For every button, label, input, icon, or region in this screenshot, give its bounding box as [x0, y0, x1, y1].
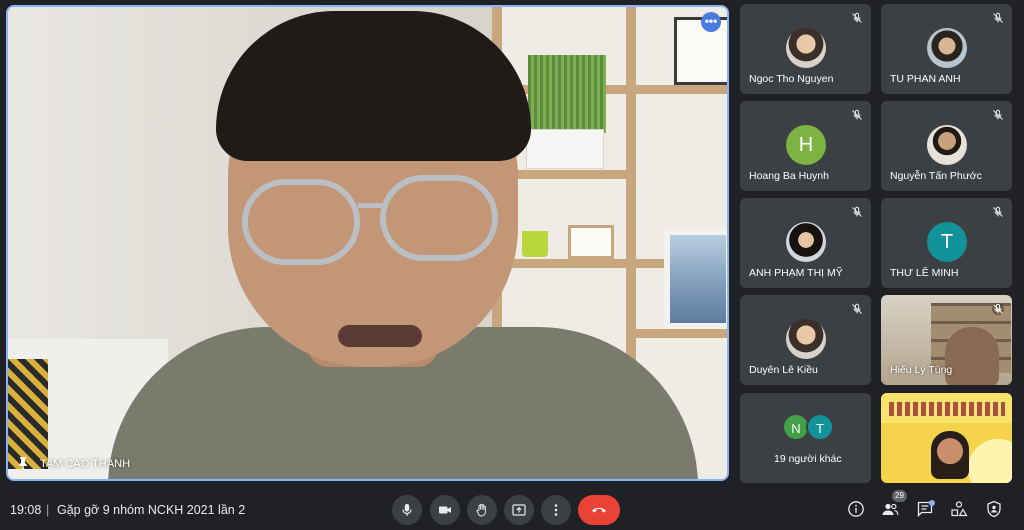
others-avatars: N T: [782, 413, 834, 441]
participant-name: Nguyễn Tấn Phước: [890, 170, 982, 182]
participant-tile[interactable]: T THƯ LÊ MINH: [881, 198, 1012, 288]
participant-tile[interactable]: TU PHAN ANH: [881, 4, 1012, 94]
mic-off-icon: [852, 12, 862, 23]
info-icon[interactable]: [847, 500, 865, 518]
raise-hand-button[interactable]: [467, 495, 497, 525]
pillow: [8, 359, 48, 469]
more-options-button[interactable]: [541, 495, 571, 525]
raise-hand-icon: [476, 503, 486, 517]
tile-more-options-button[interactable]: •••: [701, 12, 721, 32]
camera-button[interactable]: [430, 495, 460, 525]
participant-name: ANH PHẠM THỊ MỸ: [749, 267, 843, 279]
participant-tile[interactable]: ANH PHẠM THỊ MỸ: [740, 198, 871, 288]
presentation-tile[interactable]: [881, 393, 1012, 483]
control-bar: 19:08 | Gặp gỡ 9 nhóm NCKH 2021 lần 2 29: [0, 490, 1024, 530]
meeting-time: 19:08: [10, 503, 42, 517]
avatar: T: [927, 222, 967, 262]
host-controls-icon[interactable]: [985, 500, 1003, 518]
end-call-icon: [592, 507, 606, 513]
mic-off-icon: [852, 206, 862, 217]
participant-tile[interactable]: Ngoc Tho Nguyen: [740, 4, 871, 94]
avatar: [927, 125, 967, 165]
mic-off-icon: [993, 206, 1003, 217]
participants-count-badge: 29: [892, 490, 907, 502]
mic-off-icon: [852, 109, 862, 120]
present-icon: [512, 504, 526, 516]
more-options-icon: [554, 504, 558, 516]
avatar: [927, 28, 967, 68]
present-button[interactable]: [504, 495, 534, 525]
people-icon[interactable]: [881, 500, 899, 518]
participant-name: TU PHAN ANH: [890, 73, 961, 85]
avatar: [786, 28, 826, 68]
chat-notification-dot: [929, 500, 935, 506]
participant-tile[interactable]: H Hoang Ba Huynh: [740, 101, 871, 191]
presenter-face: [931, 431, 969, 479]
avatar: T: [806, 413, 834, 441]
participant-name: Duyên Lê Kiều: [749, 364, 818, 376]
activities-icon[interactable]: [950, 500, 968, 518]
avatar: H: [786, 125, 826, 165]
others-count-label: 19 người khác: [774, 453, 842, 465]
participant-tile[interactable]: Duyên Lê Kiều: [740, 295, 871, 385]
end-call-button[interactable]: [578, 495, 620, 525]
participant-name: THƯ LÊ MINH: [890, 267, 959, 279]
separator: |: [46, 503, 50, 517]
mic-button[interactable]: [392, 495, 422, 525]
participant-name: Ngoc Tho Nguyen: [749, 73, 834, 85]
others-tile[interactable]: N T 19 người khác: [740, 393, 871, 483]
mic-off-icon: [992, 303, 1004, 315]
mic-off-icon: [993, 109, 1003, 120]
meeting-title: Gặp gỡ 9 nhóm NCKH 2021 lần 2: [57, 503, 246, 517]
participant-tile[interactable]: Nguyễn Tấn Phước: [881, 101, 1012, 191]
participant-name: Hiếu Lý Tùng: [890, 364, 953, 376]
participant-tile[interactable]: Hiếu Lý Tùng: [881, 295, 1012, 385]
participant-name: Hoang Ba Huynh: [749, 170, 829, 182]
main-speaker-video[interactable]: ••• TAM CAO THANH: [6, 5, 729, 481]
mic-off-icon: [852, 303, 862, 314]
mic-icon: [402, 504, 412, 516]
mic-off-icon: [993, 12, 1003, 23]
main-speaker-name: TAM CAO THANH: [40, 458, 131, 470]
avatar: [786, 319, 826, 359]
avatar: [786, 222, 826, 262]
pin-icon[interactable]: [16, 456, 30, 470]
meet-window: ••• TAM CAO THANH Ngoc Tho Nguyen TU PHA…: [0, 0, 1024, 530]
camera-icon: [439, 506, 451, 514]
banner-lettering: [889, 402, 1005, 416]
